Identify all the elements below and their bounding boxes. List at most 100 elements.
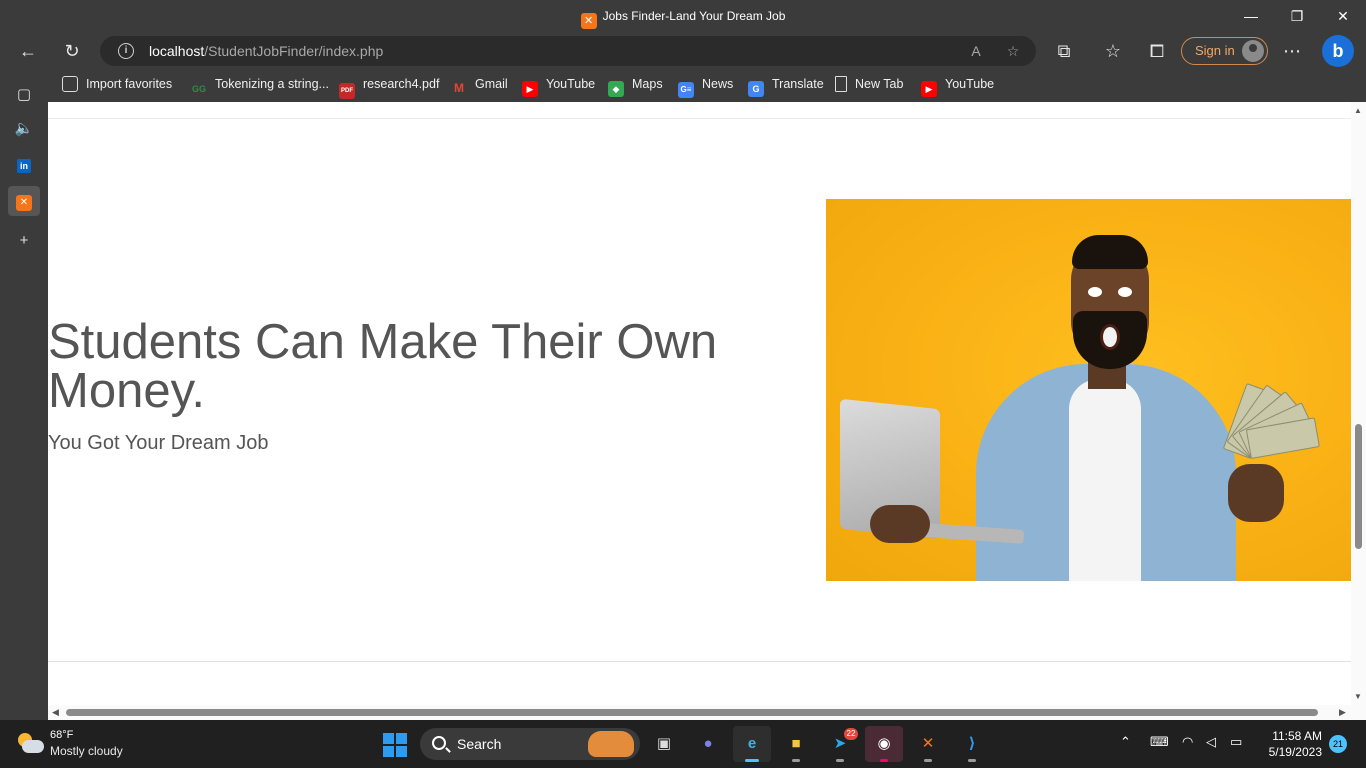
back-button[interactable]: ←	[12, 36, 44, 66]
scroll-right-arrow-icon[interactable]: ▶	[1339, 707, 1346, 718]
taskbar: 68°F Mostly cloudy Search ▣ ● e ■ ➤ 22 ◉ …	[0, 720, 1366, 768]
speaker-icon[interactable]: 🔈	[8, 114, 40, 144]
linkedin-icon[interactable]: in	[8, 150, 40, 180]
pdf-icon: PDF	[339, 83, 355, 99]
favorite-label: Translate	[772, 77, 824, 91]
favorite-label: YouTube	[546, 77, 596, 91]
address-bar[interactable]: i localhost/StudentJobFinder/index.php A…	[100, 36, 1036, 66]
teams-chat-icon[interactable]: ●	[689, 726, 727, 762]
search-icon	[432, 736, 446, 750]
vertical-scroll-thumb[interactable]	[1355, 424, 1362, 549]
restore-button[interactable]: ❐	[1274, 0, 1320, 32]
sign-in-label: Sign in	[1195, 43, 1235, 58]
profile-avatar-icon	[1242, 40, 1264, 62]
scroll-up-arrow-icon[interactable]: ▲	[1354, 106, 1362, 115]
start-button[interactable]	[383, 733, 407, 757]
vertical-scrollbar[interactable]: ▲ ▼	[1351, 102, 1366, 705]
edge-taskbar-icon[interactable]: e	[733, 726, 771, 762]
youtube-icon: ▶	[522, 81, 538, 97]
hero-subheadline: You Got Your Dream Job	[48, 432, 269, 454]
clock-time: 11:58 AM	[1272, 729, 1322, 743]
xampp-icon: ✕	[580, 13, 597, 29]
title-bar: ✕ Jobs Finder-Land Your Dream Job — ❐ ✕	[0, 0, 1366, 32]
translate-icon: G	[748, 81, 764, 97]
favorite-label: research4.pdf	[363, 77, 440, 91]
hero-image	[826, 199, 1351, 581]
task-view-icon[interactable]: ▣	[645, 726, 683, 762]
more-menu-icon[interactable]: ⋯	[1276, 36, 1308, 66]
taskbar-search[interactable]: Search	[420, 728, 640, 760]
favorite-news[interactable]: G≡ News	[678, 70, 733, 102]
section-divider-bottom	[48, 661, 1351, 662]
system-clock[interactable]: 11:58 AM 5/19/2023	[1256, 728, 1322, 760]
favorite-translate[interactable]: G Translate	[748, 70, 824, 102]
horizontal-scroll-thumb[interactable]	[66, 709, 1318, 716]
person-shirt	[1069, 379, 1141, 581]
extensions-icon[interactable]: ⧉	[1048, 36, 1080, 66]
navigation-bar: ← ↻ i localhost/StudentJobFinder/index.p…	[0, 32, 1366, 70]
favorite-new-tab[interactable]: New Tab	[835, 70, 903, 102]
collections-icon[interactable]: ⧠	[1141, 36, 1173, 66]
volume-icon[interactable]: ◁	[1206, 734, 1216, 750]
bing-copilot-icon[interactable]: b	[1322, 35, 1354, 67]
favorite-youtube[interactable]: ▶ YouTube	[522, 70, 595, 102]
url-host: localhost	[149, 43, 205, 59]
weather-cloudy-icon	[16, 733, 44, 755]
favorite-maps[interactable]: ◆ Maps	[608, 70, 663, 102]
vertical-sidebar: ▢ 🔈 in ✕ +	[0, 70, 48, 720]
scrollbar-corner	[1351, 705, 1366, 720]
favorite-label: YouTube	[945, 77, 995, 91]
telegram-icon[interactable]: ➤ 22	[821, 726, 859, 762]
read-aloud-icon[interactable]: A	[966, 41, 986, 61]
section-divider-top	[48, 118, 1351, 119]
hero-headline: Students Can Make Their Own Money.	[48, 315, 718, 418]
wifi-icon[interactable]: ◠	[1182, 734, 1193, 750]
favorite-research-pdf[interactable]: PDF research4.pdf	[339, 70, 439, 102]
battery-icon[interactable]: ▭	[1230, 734, 1242, 750]
refresh-button[interactable]: ↻	[56, 36, 88, 66]
page-viewport: Students Can Make Their Own Money. You G…	[48, 102, 1366, 720]
sign-in-button[interactable]: Sign in	[1181, 37, 1268, 65]
person-mouth	[1100, 324, 1120, 350]
favorite-label: Gmail	[475, 77, 508, 91]
maps-icon: ◆	[608, 81, 624, 97]
favorite-gmail[interactable]: M Gmail	[451, 70, 508, 102]
search-highlight-icon	[588, 731, 634, 757]
person-hand-left	[870, 505, 930, 543]
tab-actions-icon[interactable]: ▢	[8, 80, 40, 110]
geeksforgeeks-icon: GG	[191, 84, 206, 94]
favorite-tokenizing[interactable]: GG Tokenizing a string...	[191, 70, 329, 102]
youtube-icon: ▶	[921, 81, 937, 97]
scroll-left-arrow-icon[interactable]: ◀	[52, 707, 59, 718]
github-desktop-icon[interactable]: ◉	[865, 726, 903, 762]
add-favorite-icon[interactable]: ☆	[1003, 41, 1023, 61]
favorite-label: Maps	[632, 77, 663, 91]
horizontal-scrollbar[interactable]: ◀ ▶	[48, 705, 1351, 720]
close-button[interactable]: ✕	[1320, 0, 1366, 32]
person-hair	[1072, 235, 1148, 269]
page-icon	[835, 76, 847, 92]
scroll-down-arrow-icon[interactable]: ▼	[1354, 692, 1362, 701]
minimize-button[interactable]: —	[1228, 0, 1274, 32]
new-tab-icon[interactable]: +	[8, 226, 40, 256]
xampp-tab-icon[interactable]: ✕	[8, 186, 40, 216]
gmail-icon: M	[454, 81, 464, 95]
vscode-icon[interactable]: ⟩	[953, 726, 991, 762]
person-eye-right	[1118, 287, 1132, 297]
window-title-text: Jobs Finder-Land Your Dream Job	[602, 9, 786, 23]
taskbar-search-label: Search	[457, 736, 502, 752]
weather-widget[interactable]: 68°F Mostly cloudy	[16, 728, 166, 762]
favorites-icon[interactable]: ☆	[1097, 36, 1129, 66]
person-eye-left	[1088, 287, 1102, 297]
notification-badge[interactable]: 21	[1329, 735, 1347, 753]
keyboard-icon[interactable]: ⌨	[1150, 734, 1169, 750]
favorite-youtube-2[interactable]: ▶ YouTube	[921, 70, 994, 102]
favorite-label: News	[702, 77, 734, 91]
file-explorer-icon[interactable]: ■	[777, 726, 815, 762]
site-info-icon[interactable]: i	[118, 43, 134, 59]
favorite-label: Import favorites	[86, 77, 173, 91]
show-hidden-icons-icon[interactable]: ⌃	[1120, 734, 1131, 750]
url-text[interactable]: localhost/StudentJobFinder/index.php	[149, 43, 383, 59]
favorite-import[interactable]: Import favorites	[62, 70, 172, 102]
xampp-taskbar-icon[interactable]: ✕	[909, 726, 947, 762]
